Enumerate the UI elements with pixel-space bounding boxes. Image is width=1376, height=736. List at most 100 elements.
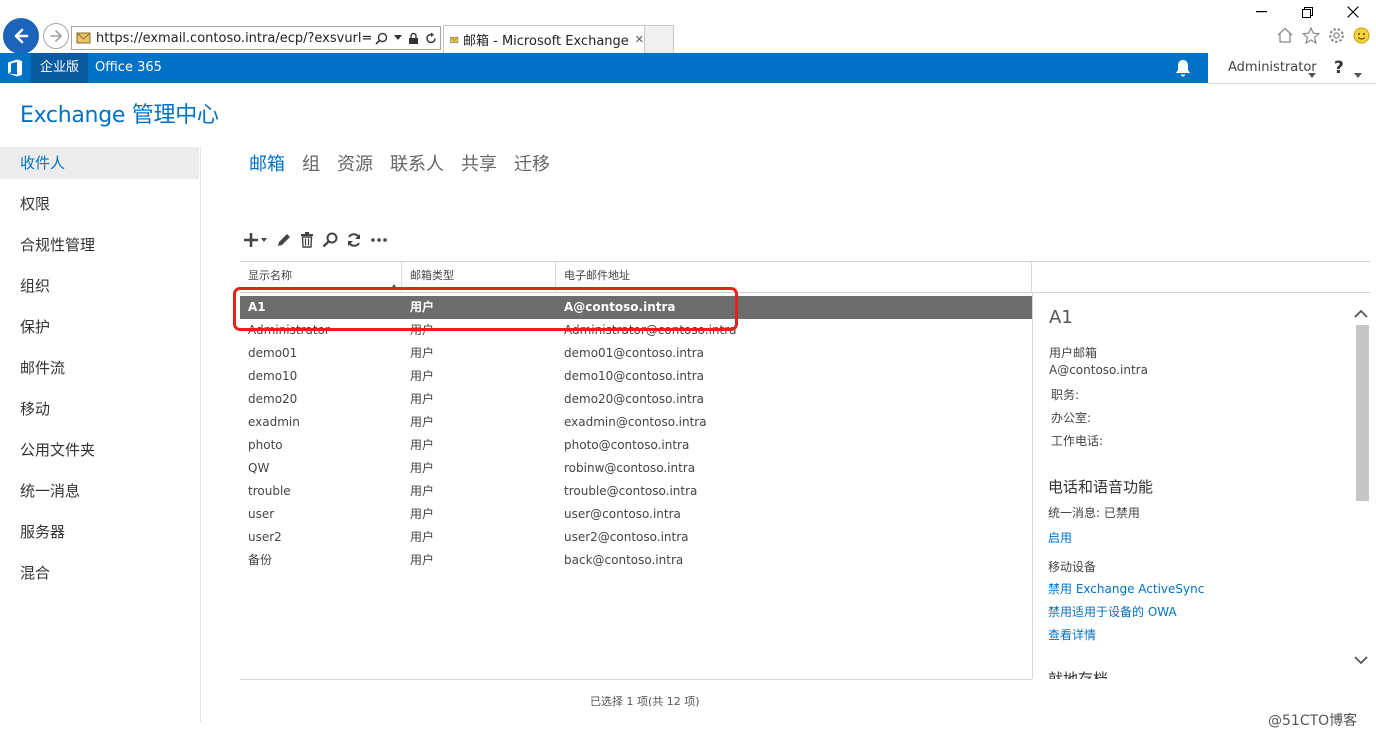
nav-item-compliance[interactable]: 合规性管理 xyxy=(0,229,199,261)
cell-display-name: A1 xyxy=(248,300,266,314)
refresh-button[interactable] xyxy=(346,230,362,250)
tab-resources[interactable]: 资源 xyxy=(337,150,373,176)
nav-item-organization[interactable]: 组织 xyxy=(0,270,199,302)
nav-item-unified-messaging[interactable]: 统一消息 xyxy=(0,475,199,507)
column-header-email[interactable]: 电子邮件地址 xyxy=(556,262,1032,292)
column-header-label: 电子邮件地址 xyxy=(564,269,630,282)
left-nav: 收件人 权限 合规性管理 组织 保护 邮件流 移动 公用文件夹 统一消息 服务器… xyxy=(0,147,201,722)
nav-item-permissions[interactable]: 权限 xyxy=(0,188,199,220)
column-header-mailbox-type[interactable]: 邮箱类型 xyxy=(402,262,556,292)
smiley-feedback-icon[interactable] xyxy=(1353,27,1370,44)
cell-display-name: demo01 xyxy=(248,346,298,360)
cell-display-name: demo20 xyxy=(248,392,298,406)
favorites-star-icon[interactable] xyxy=(1302,27,1320,44)
table-row[interactable]: demo10 用户 demo10@contoso.intra xyxy=(240,365,1032,388)
disable-activesync-link[interactable]: 禁用 Exchange ActiveSync xyxy=(1048,580,1204,597)
nav-item-mail-flow[interactable]: 邮件流 xyxy=(0,352,199,384)
arrow-left-icon xyxy=(14,28,29,44)
nav-item-protection[interactable]: 保护 xyxy=(0,311,199,343)
cell-mailbox-type: 用户 xyxy=(410,346,435,360)
settings-gear-icon[interactable] xyxy=(1328,27,1345,44)
cell-mailbox-type: 用户 xyxy=(410,415,435,429)
refresh-icon xyxy=(348,233,360,247)
notification-bell-icon[interactable] xyxy=(1173,58,1193,82)
more-button[interactable] xyxy=(370,230,388,250)
office365-suite-bar: 企业版 Office 365 Administrator ? xyxy=(0,53,1376,84)
details-voice-section: 电话和语音功能 xyxy=(1048,478,1154,496)
cell-email: photo@contoso.intra xyxy=(564,438,690,452)
tab-close-icon[interactable]: ✕ xyxy=(635,33,644,46)
grid-toolbar xyxy=(244,230,388,250)
restore-button[interactable] xyxy=(1284,0,1330,24)
home-icon[interactable] xyxy=(1276,27,1294,44)
user-name[interactable]: Administrator xyxy=(1228,53,1317,83)
table-row-selected[interactable]: A1 用户 A@contoso.intra xyxy=(240,296,1032,319)
new-tab-button[interactable] xyxy=(644,25,674,53)
delete-button[interactable] xyxy=(300,230,314,250)
table-row[interactable]: exadmin 用户 exadmin@contoso.intra xyxy=(240,411,1032,434)
search-icon[interactable] xyxy=(375,32,388,45)
search-button[interactable] xyxy=(322,230,338,250)
office-logo-icon[interactable] xyxy=(7,59,23,77)
disable-owa-link[interactable]: 禁用适用于设备的 OWA xyxy=(1048,603,1177,620)
nav-item-servers[interactable]: 服务器 xyxy=(0,516,199,548)
nav-item-recipients[interactable]: 收件人 xyxy=(0,147,199,179)
add-icon xyxy=(244,233,267,247)
nav-item-hybrid[interactable]: 混合 xyxy=(0,557,199,589)
grid-header: 显示名称 邮箱类型 电子邮件地址 xyxy=(240,261,1370,293)
cell-display-name: user xyxy=(248,507,275,521)
tab-migration[interactable]: 迁移 xyxy=(514,150,550,176)
table-row[interactable]: trouble 用户 trouble@contoso.intra xyxy=(240,480,1032,503)
details-pane: A1 用户邮箱 A@contoso.intra 职务: 办公室: 工作电话: 电… xyxy=(1032,292,1371,679)
chevron-down-icon[interactable] xyxy=(1308,64,1316,83)
nav-item-mobile[interactable]: 移动 xyxy=(0,393,199,425)
cell-display-name: Administrator xyxy=(248,323,330,337)
table-row[interactable]: demo01 用户 demo01@contoso.intra xyxy=(240,342,1032,365)
cell-display-name: 备份 xyxy=(248,553,273,567)
back-button[interactable] xyxy=(3,18,39,54)
chevron-up-icon[interactable] xyxy=(1354,304,1368,323)
recipient-subtabs: 邮箱 组 资源 联系人 共享 迁移 xyxy=(249,150,550,176)
tab-mailboxes[interactable]: 邮箱 xyxy=(249,150,285,176)
table-row[interactable]: photo 用户 photo@contoso.intra xyxy=(240,434,1032,457)
view-details-link[interactable]: 查看详情 xyxy=(1048,626,1096,643)
details-phone-field: 工作电话: xyxy=(1051,434,1104,448)
browser-tab[interactable]: 邮箱 - Microsoft Exchange ✕ xyxy=(443,25,645,53)
refresh-icon[interactable] xyxy=(425,32,437,45)
table-row[interactable]: user 用户 user@contoso.intra xyxy=(240,503,1032,526)
enable-um-link[interactable]: 启用 xyxy=(1048,529,1072,546)
tab-contacts[interactable]: 联系人 xyxy=(390,150,444,176)
cell-email: demo10@contoso.intra xyxy=(564,369,705,383)
delete-icon xyxy=(301,232,313,248)
dropdown-caret-icon[interactable] xyxy=(394,35,402,41)
forward-button[interactable] xyxy=(43,23,69,49)
table-row[interactable]: 备份 用户 back@contoso.intra xyxy=(240,549,1032,572)
table-row[interactable]: demo20 用户 demo20@contoso.intra xyxy=(240,388,1032,411)
tab-groups[interactable]: 组 xyxy=(302,150,320,176)
details-archive-section: 就地存档 xyxy=(1048,670,1109,679)
table-row[interactable]: Administrator 用户 Administrator@contoso.i… xyxy=(240,319,1032,342)
arrow-right-icon xyxy=(50,30,62,42)
chevron-down-icon[interactable] xyxy=(1354,64,1362,83)
lock-icon[interactable] xyxy=(408,32,419,45)
scrollbar-thumb[interactable] xyxy=(1356,325,1369,501)
suite-edition-link[interactable]: 企业版 xyxy=(31,53,89,83)
cell-email: demo01@contoso.intra xyxy=(564,346,705,360)
address-bar[interactable]: https://exmail.contoso.intra/ecp/?exsvur… xyxy=(71,26,441,50)
edit-button[interactable] xyxy=(276,230,292,250)
chevron-down-icon[interactable] xyxy=(1354,650,1368,669)
minimize-button[interactable] xyxy=(1238,0,1284,24)
cell-mailbox-type: 用户 xyxy=(410,507,435,521)
suite-office365-link[interactable]: Office 365 xyxy=(95,53,162,83)
add-button[interactable] xyxy=(244,230,268,250)
nav-item-public-folders[interactable]: 公用文件夹 xyxy=(0,434,199,466)
exchange-favicon-icon xyxy=(450,36,459,43)
user-menu[interactable]: Administrator ? xyxy=(1208,53,1376,84)
help-button[interactable]: ? xyxy=(1334,53,1344,83)
column-header-display-name[interactable]: 显示名称 xyxy=(240,262,402,292)
close-window-button[interactable] xyxy=(1330,0,1376,24)
grid-footer-divider xyxy=(240,679,1032,680)
tab-shared[interactable]: 共享 xyxy=(461,150,497,176)
table-row[interactable]: QW 用户 robinw@contoso.intra xyxy=(240,457,1032,480)
table-row[interactable]: user2 用户 user2@contoso.intra xyxy=(240,526,1032,549)
